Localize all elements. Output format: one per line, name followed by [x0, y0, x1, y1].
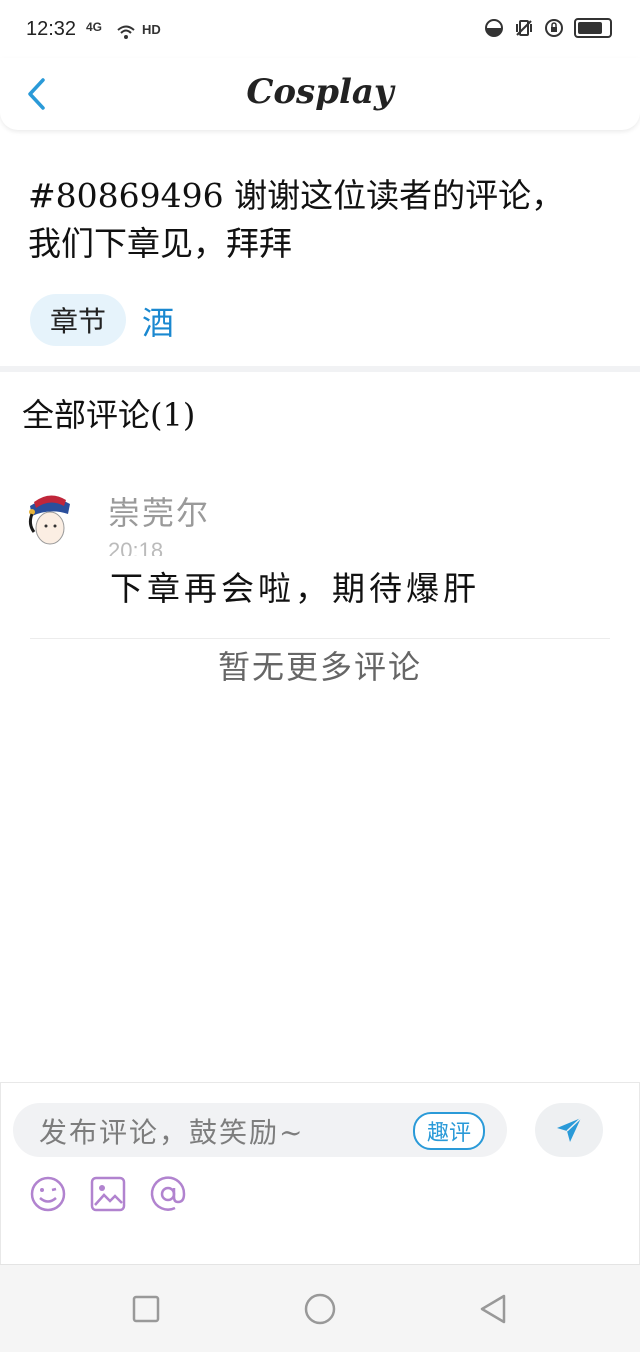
top-app-bar: Cosplay: [0, 58, 640, 130]
avatar[interactable]: [24, 488, 76, 546]
recents-button[interactable]: [128, 1291, 164, 1327]
home-button[interactable]: [302, 1291, 338, 1327]
no-more-comments: 暂无更多评论: [217, 648, 422, 686]
comment-input-placeholder: 发布评论，鼓笑励~: [39, 1116, 305, 1149]
status-icons: [484, 18, 612, 38]
image-icon[interactable]: [89, 1175, 127, 1213]
battery-saver-icon: [485, 19, 503, 37]
status-bar: 12:32 4G HD: [0, 0, 640, 60]
chapter-chip[interactable]: 章节: [30, 294, 126, 346]
comment-divider: [30, 638, 610, 639]
comment-input[interactable]: 发布评论，鼓笑励~ 趣评: [13, 1103, 507, 1157]
section-divider: [0, 366, 640, 372]
send-icon: [557, 1117, 582, 1142]
vibrate-icon: [516, 20, 532, 36]
signal-icon: 4G: [86, 20, 103, 34]
tag-link[interactable]: 酒: [142, 298, 174, 344]
back-nav-button[interactable]: [476, 1291, 512, 1327]
quping-button[interactable]: 趣评: [413, 1112, 485, 1150]
comment-username[interactable]: 崇莞尔: [108, 488, 210, 534]
battery-icon: [574, 18, 612, 38]
wifi-icon: [117, 25, 135, 39]
rotation-lock-icon: [545, 19, 563, 37]
emoji-icon[interactable]: [29, 1175, 67, 1213]
system-nav-bar: [0, 1264, 640, 1352]
hd-indicator: HD: [142, 22, 161, 37]
chapter-post-text: #80869496 谢谢这位读者的评论，我们下章见，拜拜: [28, 176, 565, 263]
comment-time: 20:18: [108, 540, 164, 556]
send-button[interactable]: [535, 1103, 603, 1157]
comment-composer: 发布评论，鼓笑励~ 趣评: [0, 1082, 640, 1265]
comment-text: 下章再会啦，期待爆肝: [110, 569, 480, 608]
mention-icon[interactable]: [149, 1175, 187, 1213]
page-title: Cosplay: [246, 72, 394, 112]
comments-title: 全部评论(1): [22, 396, 196, 434]
status-time: 12:32: [26, 18, 77, 40]
